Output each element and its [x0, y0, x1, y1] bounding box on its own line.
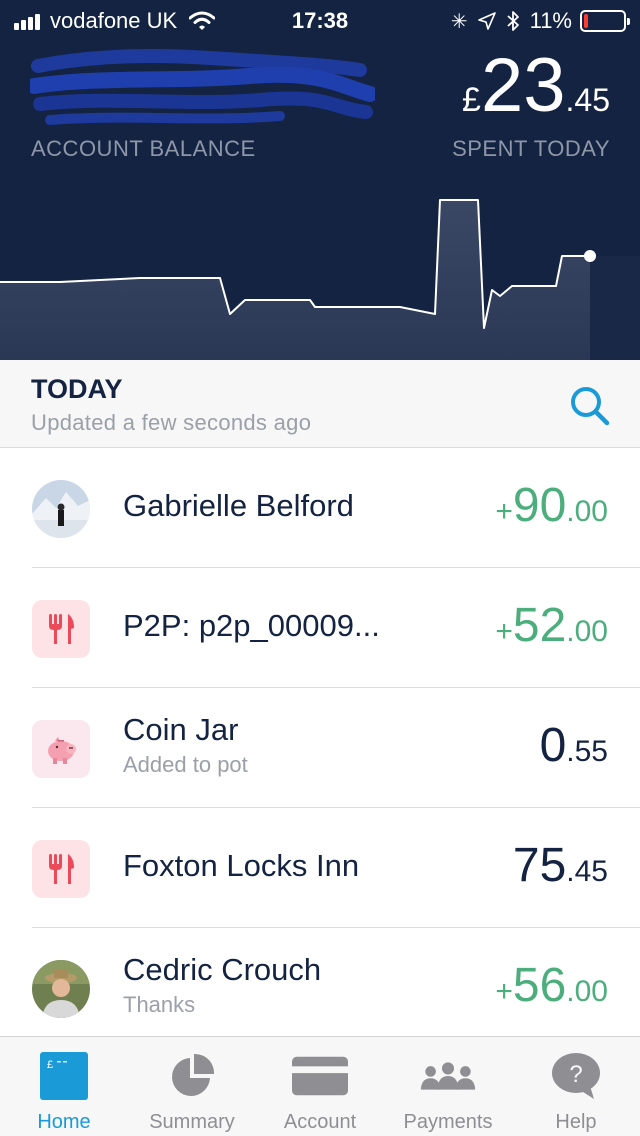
transaction-amount: + 90 .00: [495, 478, 608, 533]
account-balance-label: ACCOUNT BALANCE: [31, 136, 256, 161]
card-icon: £: [36, 1051, 92, 1101]
tab-bar: £ Home Summary Account Payments ? Help: [0, 1036, 640, 1136]
spent-major: 23: [480, 43, 566, 128]
currency-symbol: £: [462, 81, 481, 119]
transaction-row[interactable]: Gabrielle Belford + 90 .00: [0, 448, 640, 568]
tab-summary[interactable]: Summary: [128, 1037, 256, 1136]
transaction-name: P2P: p2p_00009...: [123, 608, 380, 643]
amount-major: 0: [539, 719, 567, 772]
amount-major: 52: [512, 599, 567, 652]
people-icon: [420, 1051, 476, 1101]
amount-major: 56: [512, 959, 567, 1012]
status-bar: vodafone UK 17:38 ✳ 11%: [0, 0, 640, 40]
spent-minor: .45: [565, 82, 610, 118]
tab-home[interactable]: £ Home: [0, 1037, 128, 1136]
amount-minor: .00: [566, 615, 608, 648]
transaction-row[interactable]: Cedric Crouch Thanks + 56 .00: [0, 928, 640, 1048]
section-title: TODAY: [31, 374, 123, 404]
tab-label: Help: [555, 1111, 597, 1133]
person-avatar: [32, 960, 90, 1018]
spent-today-label: SPENT TODAY: [452, 136, 610, 161]
svg-text:?: ?: [569, 1061, 582, 1088]
account-balance-redacted: [30, 49, 375, 125]
tab-account[interactable]: Account: [256, 1037, 384, 1136]
transaction-row[interactable]: Coin Jar Added to pot 0 .55: [0, 688, 640, 808]
bluetooth-icon: [506, 11, 519, 31]
tab-label: Payments: [403, 1111, 493, 1133]
location-arrow-icon: [477, 12, 496, 30]
transaction-note: Thanks: [123, 992, 196, 1017]
transaction-amount: + 52 .00: [495, 598, 608, 653]
eating-out-icon: [32, 600, 90, 658]
tab-label: Summary: [149, 1111, 235, 1133]
svg-text:£: £: [47, 1059, 53, 1071]
amount-minor: .00: [566, 975, 608, 1008]
transaction-amount: 75 .45: [513, 838, 608, 893]
amount-sign: +: [495, 975, 513, 1008]
amount-major: 75: [512, 839, 567, 892]
activity-spinner-icon: ✳: [450, 10, 468, 33]
spending-sparkline: [0, 199, 640, 360]
amount-sign: +: [495, 615, 513, 648]
balance-header: vodafone UK 17:38 ✳ 11% ACCOUNT BALANCE: [0, 0, 640, 360]
transaction-name: Foxton Locks Inn: [123, 848, 360, 883]
amount-minor: .55: [566, 735, 608, 768]
help-bubble-icon: ?: [548, 1051, 604, 1101]
person-avatar: [32, 480, 90, 538]
status-right: ✳ 11%: [450, 8, 630, 34]
transaction-list: Gabrielle Belford + 90 .00 P2P: p2p_0000…: [0, 448, 640, 1048]
transaction-amount: + 56 .00: [495, 958, 608, 1013]
amount-major: 90: [512, 479, 567, 532]
tab-help[interactable]: ? Help: [512, 1037, 640, 1136]
eating-out-icon: [32, 840, 90, 898]
transaction-amount: 0 .55: [540, 718, 608, 773]
amount-minor: .45: [566, 855, 608, 888]
search-icon[interactable]: [568, 384, 612, 428]
transaction-row[interactable]: Foxton Locks Inn 75 .45: [0, 808, 640, 928]
section-header-today: TODAY Updated a few seconds ago: [0, 360, 640, 448]
tab-payments[interactable]: Payments: [384, 1037, 512, 1136]
last-updated-label: Updated a few seconds ago: [31, 410, 312, 435]
transaction-name: Coin Jar: [123, 712, 239, 747]
tab-label: Account: [283, 1111, 357, 1133]
tab-label: Home: [37, 1111, 91, 1133]
transaction-note: Added to pot: [123, 752, 248, 777]
current-point-marker: [584, 250, 596, 262]
battery-percent: 11%: [529, 8, 572, 33]
transaction-name: Gabrielle Belford: [123, 488, 354, 523]
spent-today-amount: £ 23 .45: [462, 48, 610, 124]
amount-sign: +: [495, 495, 513, 528]
transaction-row[interactable]: P2P: p2p_00009... + 52 .00: [0, 568, 640, 688]
transaction-name: Cedric Crouch: [123, 952, 322, 987]
piggy-bank-icon: [32, 720, 90, 778]
amount-minor: .00: [566, 495, 608, 528]
future-area: [590, 256, 640, 360]
account-card-icon: [292, 1051, 348, 1101]
battery-icon: [580, 10, 630, 32]
pie-chart-icon: [164, 1051, 220, 1101]
